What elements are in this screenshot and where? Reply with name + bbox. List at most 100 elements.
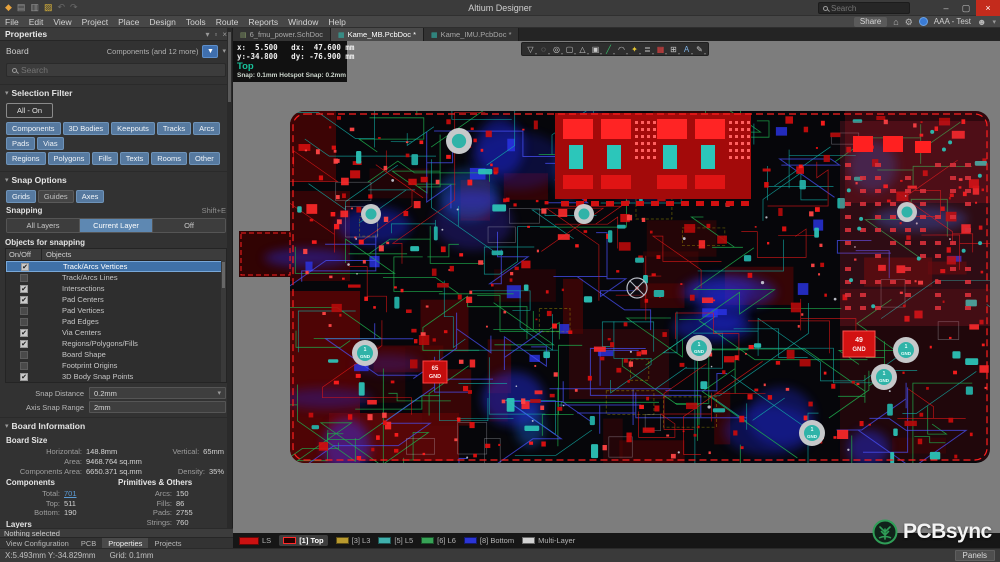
filter-caret-icon[interactable]: ▾ [222, 47, 226, 55]
menu-route[interactable]: Route [211, 17, 244, 27]
filter-fills-button[interactable]: Fills [92, 152, 118, 165]
object-row[interactable]: ✔ 3D Body Snap Points [6, 371, 226, 382]
tab-projects[interactable]: Projects [148, 538, 187, 549]
selection-filter-header[interactable]: ▾ Selection Filter [0, 84, 232, 100]
panel-scrollbar[interactable] [227, 28, 232, 528]
object-row[interactable]: ✔ Regions/Polygons/Fills [6, 338, 226, 349]
checkbox[interactable]: ✔ [21, 262, 29, 271]
panel-search-input[interactable] [21, 65, 201, 75]
draw-icon[interactable]: ✎ [693, 45, 706, 56]
menu-reports[interactable]: Reports [243, 17, 283, 27]
search-input[interactable] [831, 3, 901, 13]
user-name[interactable]: AAA - Test [934, 17, 971, 26]
arc-icon[interactable]: ◠ [615, 45, 628, 56]
filter-funnel-button[interactable]: ▼ [202, 44, 219, 58]
filter-polygons-button[interactable]: Polygons [47, 152, 91, 165]
avatar[interactable] [918, 17, 928, 26]
snap-distance-select[interactable]: 0.2mm ▾ [89, 387, 226, 399]
object-row[interactable]: Footprint Origins [6, 360, 226, 371]
object-row[interactable]: ✔ Track/Arcs Vertices [6, 261, 226, 272]
highlight-icon[interactable]: ✦ [628, 45, 641, 56]
menu-window[interactable]: Window [283, 17, 323, 27]
layers-icon[interactable]: ≣ [641, 45, 654, 56]
layer-tab-bottom[interactable]: [8] Bottom [463, 536, 514, 545]
board-information-header[interactable]: ▾ Board Information [0, 417, 232, 433]
menu-project[interactable]: Project [77, 17, 113, 27]
keepout-icon[interactable]: ▦ [654, 45, 667, 56]
menu-view[interactable]: View [48, 17, 76, 27]
menu-design[interactable]: Design [144, 17, 180, 27]
filter-vias-button[interactable]: Vias [37, 137, 64, 150]
layer-tab-l5[interactable]: [5] L5 [378, 536, 413, 545]
object-row[interactable]: Pad Vertices [6, 305, 226, 316]
redo-icon[interactable]: ↷ [70, 2, 78, 13]
checkbox[interactable]: ✔ [20, 372, 28, 381]
panel-search[interactable] [6, 63, 226, 77]
pcb-canvas[interactable]: 1 GND 1 GND 1 GND 1 GND 1 GND 65 GND 49 GND x: 5.500 … [233, 41, 1000, 533]
checkbox[interactable] [20, 306, 28, 315]
checkbox[interactable] [20, 350, 28, 359]
panel-pin-icon[interactable]: ▫ [214, 30, 217, 39]
panels-button[interactable]: Panels [954, 550, 995, 561]
selection-rect-icon[interactable]: ▢ [563, 45, 576, 56]
lasso-select-icon[interactable]: ◌ [537, 45, 550, 56]
filter-summary[interactable]: Components (and 12 more) [107, 47, 199, 56]
user-menu-icon[interactable]: ☻ [977, 17, 986, 27]
objects-table-scrollbar[interactable] [221, 260, 226, 382]
filter-components-button[interactable]: Components [6, 122, 61, 135]
checkbox[interactable]: ✔ [20, 339, 28, 348]
filter-arcs-button[interactable]: Arcs [193, 122, 221, 135]
open-icon[interactable]: ▨ [44, 2, 53, 13]
snapping-off[interactable]: Off [153, 219, 225, 232]
minimize-button[interactable]: – [936, 0, 956, 16]
filter-texts-button[interactable]: Texts [119, 152, 150, 165]
object-row[interactable]: Track/Arcs Lines [6, 272, 226, 283]
object-row[interactable]: ✔ Pad Centers [6, 294, 226, 305]
filter-keepouts-button[interactable]: Keepouts [111, 122, 155, 135]
maximize-button[interactable]: ▢ [956, 0, 976, 16]
menu-place[interactable]: Place [113, 17, 144, 27]
checkbox[interactable] [20, 317, 28, 326]
filter-pads-button[interactable]: Pads [6, 137, 36, 150]
filter-other-button[interactable]: Other [189, 152, 220, 165]
menu-edit[interactable]: Edit [24, 17, 49, 27]
string-icon[interactable]: A [680, 45, 693, 56]
menu-help[interactable]: Help [323, 17, 350, 27]
gear-icon[interactable]: ⚙ [905, 17, 913, 27]
user-menu-caret-icon[interactable]: ▾ [992, 18, 996, 26]
checkbox[interactable]: ✔ [20, 295, 28, 304]
snap-axes-button[interactable]: Axes [75, 190, 105, 203]
snapping-all-layers[interactable]: All Layers [7, 219, 80, 232]
tab-properties[interactable]: Properties [102, 537, 149, 549]
all-on-button[interactable]: All - On [6, 103, 54, 118]
snap-options-header[interactable]: ▾ Snap Options [0, 171, 232, 187]
axis-snap-range-input[interactable]: 2mm [89, 401, 226, 413]
tab-pcb[interactable]: PCB [75, 538, 102, 549]
undo-icon[interactable]: ↶ [57, 2, 65, 13]
layer-tab-ls[interactable]: LS [239, 536, 271, 545]
filter-rooms-button[interactable]: Rooms [151, 152, 188, 165]
layer-tab-l6[interactable]: [6] L6 [421, 536, 456, 545]
snap-grids-button[interactable]: Grids [6, 190, 36, 203]
checkbox[interactable]: ✔ [20, 284, 28, 293]
region-icon[interactable]: ▣ [589, 45, 602, 56]
filter-tracks-button[interactable]: Tracks [156, 122, 192, 135]
snapping-current-layer[interactable]: Current Layer [80, 219, 153, 232]
menu-tools[interactable]: Tools [181, 17, 211, 27]
layer-tab-top[interactable]: [1] Top [279, 535, 328, 546]
doc-tab-schdoc[interactable]: ▤ 6_fmu_power.SchDoc [233, 28, 331, 41]
object-row[interactable]: ✔ Intersections [6, 283, 226, 294]
new-document-icon[interactable]: ▤ [17, 2, 26, 13]
close-button[interactable]: × [976, 0, 1000, 16]
object-row[interactable]: Board Shape [6, 349, 226, 360]
checkbox[interactable]: ✔ [20, 328, 28, 337]
print-icon[interactable]: ▥ [30, 2, 39, 13]
object-row[interactable]: ✔ Via Centers [6, 327, 226, 338]
components-total-value[interactable]: 701 [64, 489, 77, 498]
route-icon[interactable]: ╱ [602, 45, 615, 56]
tab-view-configuration[interactable]: View Configuration [0, 538, 75, 549]
layer-tab-multilayer[interactable]: Multi-Layer [522, 536, 575, 545]
snap-guides-button[interactable]: Guides [37, 190, 74, 203]
menu-file[interactable]: File [0, 17, 24, 27]
checkbox[interactable] [20, 361, 28, 370]
